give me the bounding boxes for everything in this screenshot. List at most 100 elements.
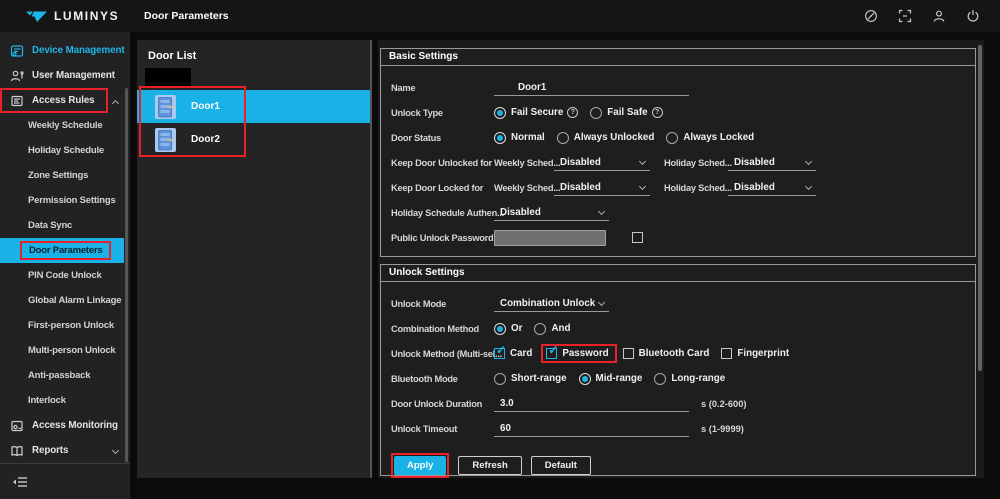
chevron-down-icon bbox=[639, 157, 646, 164]
sidebar-item-user-management[interactable]: User Management bbox=[0, 63, 130, 88]
app-window: LUMINYS Door Parameters bbox=[0, 0, 1000, 499]
door-list-item-door1[interactable]: Door1 bbox=[137, 90, 372, 123]
dropdown-value: Disabled bbox=[554, 182, 601, 193]
user-icon[interactable] bbox=[932, 9, 946, 23]
dropdown-value: Disabled bbox=[494, 207, 541, 218]
holiday-auth-dropdown[interactable]: Disabled bbox=[494, 205, 609, 221]
sidebar-item-interlock[interactable]: Interlock bbox=[0, 388, 130, 413]
dropdown-value: Disabled bbox=[728, 182, 775, 193]
unlock-mode-label: Unlock Mode bbox=[391, 299, 494, 309]
radio-normal[interactable]: Normal bbox=[494, 132, 545, 144]
checkbox-card[interactable]: Card bbox=[494, 348, 532, 359]
sidebar-item-data-sync[interactable]: Data Sync bbox=[0, 213, 130, 238]
top-bar: LUMINYS Door Parameters bbox=[0, 0, 1000, 32]
radio-and[interactable]: And bbox=[534, 323, 570, 335]
unlock-duration-input[interactable]: 3.0 bbox=[494, 396, 689, 412]
device-icon bbox=[10, 44, 24, 58]
radio-fail-secure[interactable]: Fail Secure bbox=[494, 107, 578, 119]
unlock-mode-dropdown[interactable]: Combination Unlock bbox=[494, 296, 609, 312]
chevron-up-icon[interactable] bbox=[112, 100, 119, 107]
unlock-settings-title: Unlock Settings bbox=[381, 265, 975, 282]
radio-icon bbox=[494, 323, 506, 335]
keep-locked-holiday-dropdown[interactable]: Disabled bbox=[728, 180, 816, 196]
radio-icon bbox=[494, 107, 506, 119]
help-icon[interactable] bbox=[652, 107, 663, 118]
sidebar-item-zone-settings[interactable]: Zone Settings bbox=[0, 163, 130, 188]
radio-long-range[interactable]: Long-range bbox=[654, 373, 725, 385]
checkbox-icon bbox=[721, 348, 732, 359]
sidebar-item-door-parameters[interactable]: Door Parameters bbox=[0, 238, 124, 263]
unlock-timeout-range: s (1-9999) bbox=[701, 424, 744, 434]
radio-icon bbox=[557, 132, 569, 144]
apply-button[interactable]: Apply bbox=[394, 456, 446, 475]
combination-method-label: Combination Method bbox=[391, 324, 494, 334]
door-icon bbox=[154, 94, 177, 120]
compass-icon[interactable] bbox=[864, 9, 878, 23]
keep-locked-weekly-dropdown[interactable]: Disabled bbox=[554, 180, 650, 196]
checkbox-fingerprint[interactable]: Fingerprint bbox=[721, 348, 789, 359]
default-button[interactable]: Default bbox=[531, 456, 591, 475]
door-list-item-door2[interactable]: Door2 bbox=[137, 123, 372, 156]
checkbox-bluetooth-card[interactable]: Bluetooth Card bbox=[623, 348, 710, 359]
sidebar-item-pin-code-unlock[interactable]: PIN Code Unlock bbox=[0, 263, 130, 288]
sidebar-item-anti-passback[interactable]: Anti-passback bbox=[0, 363, 130, 388]
collapse-sidebar-icon[interactable] bbox=[12, 476, 28, 488]
sidebar-item-multi-person-unlock[interactable]: Multi-person Unlock bbox=[0, 338, 130, 363]
door-name: Door1 bbox=[191, 101, 220, 112]
option-label: Long-range bbox=[671, 373, 725, 384]
sidebar-footer bbox=[0, 463, 130, 499]
radio-short-range[interactable]: Short-range bbox=[494, 373, 567, 385]
brand-name: LUMINYS bbox=[54, 9, 119, 23]
keep-locked-row: Keep Door Locked for Weekly Sched... Dis… bbox=[391, 175, 975, 200]
sidebar-item-access-monitoring[interactable]: Access Monitoring bbox=[0, 413, 130, 438]
keep-unlocked-holiday-dropdown[interactable]: Disabled bbox=[728, 155, 816, 171]
unlock-timeout-input[interactable]: 60 bbox=[494, 421, 689, 437]
door-list-scrollbar[interactable] bbox=[370, 40, 372, 478]
fullscreen-icon[interactable] bbox=[898, 9, 912, 23]
radio-icon bbox=[666, 132, 678, 144]
public-password-checkbox[interactable] bbox=[632, 232, 643, 243]
sidebar-scrollbar[interactable] bbox=[125, 88, 128, 462]
door-icon bbox=[154, 127, 177, 153]
sidebar-item-holiday-schedule[interactable]: Holiday Schedule bbox=[0, 138, 130, 163]
public-password-row: Public Unlock Password bbox=[391, 225, 975, 250]
public-password-label: Public Unlock Password bbox=[391, 233, 494, 243]
sidebar-item-permission-settings[interactable]: Permission Settings bbox=[0, 188, 130, 213]
radio-always-locked[interactable]: Always Locked bbox=[666, 132, 754, 144]
radio-icon bbox=[494, 373, 506, 385]
help-icon[interactable] bbox=[567, 107, 578, 118]
sidebar-item-first-person-unlock[interactable]: First-person Unlock bbox=[0, 313, 130, 338]
name-value: Door1 bbox=[494, 82, 546, 95]
form-scrollbar[interactable] bbox=[978, 45, 982, 371]
name-input[interactable]: Door1 bbox=[494, 80, 689, 96]
public-password-input[interactable] bbox=[494, 230, 606, 246]
sidebar-item-global-alarm-linkage[interactable]: Global Alarm Linkage bbox=[0, 288, 130, 313]
unlock-method-row: Unlock Method (Multi-sel... Card Passwor… bbox=[391, 341, 975, 366]
luminys-logo-icon bbox=[26, 10, 47, 23]
sidebar-item-device-management[interactable]: Device Management bbox=[0, 38, 130, 63]
sidebar-item-access-rules[interactable]: Access Rules bbox=[0, 88, 108, 113]
sidebar-item-label: Zone Settings bbox=[28, 170, 88, 181]
option-label: Or bbox=[511, 323, 522, 334]
checkbox-password[interactable]: Password bbox=[546, 348, 608, 359]
radio-or[interactable]: Or bbox=[494, 323, 522, 335]
keep-unlocked-weekly-dropdown[interactable]: Disabled bbox=[554, 155, 650, 171]
sidebar-item-reports[interactable]: Reports bbox=[0, 438, 130, 463]
name-row: Name Door1 bbox=[391, 75, 975, 100]
refresh-button[interactable]: Refresh bbox=[458, 456, 521, 475]
sidebar-nav: Device Management User Management bbox=[0, 32, 130, 463]
door-list-panel: Door List Door1 bbox=[137, 40, 372, 478]
sidebar-item-weekly-schedule[interactable]: Weekly Schedule bbox=[0, 113, 130, 138]
holiday-schedule-label: Holiday Sched... bbox=[664, 183, 728, 193]
radio-fail-safe[interactable]: Fail Safe bbox=[590, 107, 662, 119]
main-content: Door List Door1 bbox=[130, 32, 1000, 499]
sidebar-item-label: Access Rules bbox=[32, 95, 95, 106]
radio-always-unlocked[interactable]: Always Unlocked bbox=[557, 132, 655, 144]
input-value: 60 bbox=[494, 423, 511, 436]
radio-icon bbox=[494, 132, 506, 144]
sidebar-item-label: Door Parameters bbox=[29, 245, 103, 256]
option-label: Normal bbox=[511, 132, 545, 143]
radio-mid-range[interactable]: Mid-range bbox=[579, 373, 643, 385]
power-icon[interactable] bbox=[966, 9, 980, 23]
sidebar-item-label: Device Management bbox=[32, 45, 125, 56]
